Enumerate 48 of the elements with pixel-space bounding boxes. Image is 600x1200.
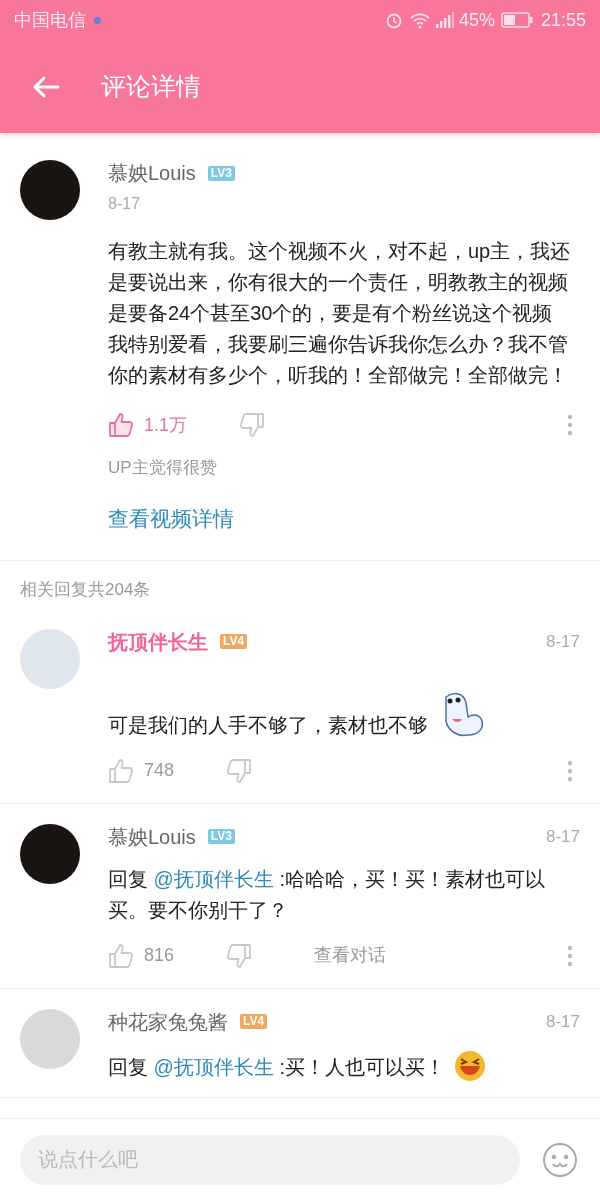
wifi-icon [408,11,431,29]
alarm-icon [384,11,403,29]
username: 慕姎Louis [108,824,196,850]
avatar-photo-placeholder [20,160,80,220]
comment-date: 8-17 [545,825,580,848]
carrier-name: 中国电信 [14,8,86,32]
like-button[interactable]: 816 [108,942,175,969]
page-title: 评论详情 [101,70,201,102]
thumbs-down-icon [226,942,253,969]
user-mention-link[interactable]: @抚顶伴长生 [153,867,274,890]
more-dots-icon [567,414,573,436]
user-mention-link[interactable]: @抚顶伴长生 [153,1055,274,1078]
comment-date: 8-17 [108,194,142,214]
thumbs-down-icon [239,412,266,438]
username: 抚顶伴长生 [108,629,208,655]
view-conversation-link[interactable]: 查看对话 [314,942,387,969]
battery-percent: 45% [458,8,495,32]
dislike-button[interactable] [239,412,266,438]
like-button[interactable]: 748 [108,757,175,784]
comment-text: 有教主就有我。这个视频不火，对不起，up主，我还是要说出来，你有很大的一个责任，明教教主的视频是要备24个甚至30个的，要是有个粉丝说这个视频我特别爱看，我要刷三遍你告诉我你怎么办？我不管你的素材有多少个，听我的！全部做完！全部做完！ [108,239,572,388]
back-arrow-icon [32,74,60,99]
dislike-button[interactable] [226,757,253,784]
level-badge: LV3 [207,829,235,844]
replies-count: 相关回复共204条 [19,579,152,601]
clock-time: 21:55 [540,8,586,32]
up-liked-note: UP主觉得很赞 [108,457,218,479]
dislike-button[interactable] [226,942,253,969]
like-button[interactable]: 1.1万 [108,411,188,439]
comment-date: 8-17 [545,1010,580,1033]
comment-text: 可是我们的人手不够了，素材也不够 [108,712,428,738]
thumbs-down-icon [226,757,253,784]
level-badge: LV3 [207,165,235,181]
more-dots-icon [567,759,573,782]
level-badge: LV4 [220,634,248,649]
comment-date: 8-17 [545,630,580,653]
battery-icon [500,12,533,28]
username: 慕姎Louis [108,161,196,186]
comment-text: 回复 @抚顶伴长生 :哈哈哈，买！买！素材也可以买。要不你别干了？ [108,866,546,923]
username: 种花家兔兔酱 [108,1009,228,1035]
thumbs-up-icon [108,412,134,438]
comment-text: 回复 @抚顶伴长生 :买！人也可以买！ [108,1054,445,1080]
more-dots-icon [567,944,573,967]
smiley-icon [542,1141,578,1178]
thumbs-up-icon [108,757,134,784]
view-video-details-link[interactable]: 查看视频详情 [108,502,580,534]
level-badge: LV4 [240,1014,268,1029]
thumbs-up-icon [108,942,134,969]
signal-icon [434,11,455,29]
